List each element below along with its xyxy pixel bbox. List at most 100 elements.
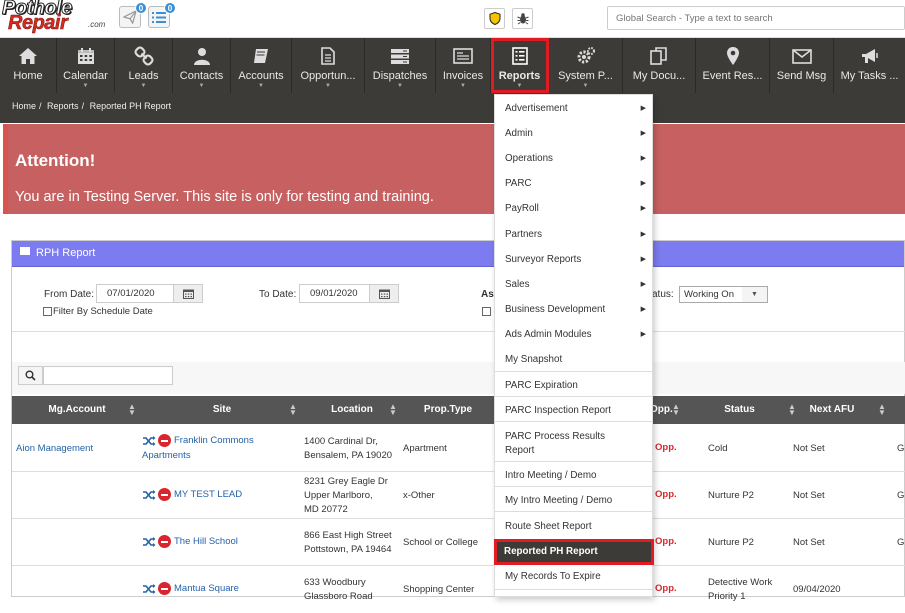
status-label: atus: <box>652 289 674 300</box>
opp-badge[interactable]: Opp. <box>655 535 677 549</box>
shuffle-icon[interactable] <box>142 536 156 548</box>
status-text: Nurture P2 <box>708 536 754 548</box>
nav-event-res[interactable]: Event Res... <box>696 38 770 93</box>
menu-item-my-records-to-expire[interactable]: My Records To Expire <box>495 571 652 587</box>
nav-home[interactable]: Home <box>0 38 57 93</box>
shuffle-icon[interactable] <box>142 583 156 595</box>
opp-badge[interactable]: Opp. <box>655 441 677 455</box>
chevron-down-icon[interactable]: ▼ <box>742 286 768 303</box>
table-row[interactable]: Mantua Square 633 Woodbury Glassboro Road… <box>12 566 905 613</box>
nav-dispatches[interactable]: Dispatches ▼ <box>365 38 436 93</box>
table-search-button[interactable] <box>18 366 43 385</box>
status-select[interactable]: Working On <box>679 286 743 303</box>
remove-icon[interactable] <box>158 488 171 502</box>
nav-contacts[interactable]: Contacts ▼ <box>173 38 231 93</box>
sort-icon[interactable]: ▲ ▼ <box>878 403 886 417</box>
to-date-calendar-button[interactable] <box>369 284 399 303</box>
table-row[interactable]: Aion Management Franklin Commons Apartmen… <box>12 425 905 472</box>
from-date-input[interactable]: 07/01/2020 <box>96 284 174 303</box>
menu-item-surveyor-reports[interactable]: Surveyor Reports ▶ <box>495 254 652 270</box>
table-search-input[interactable] <box>43 366 173 385</box>
nav-label: System P... <box>558 70 613 82</box>
testing-server-alert: Attention! You are in Testing Server. Th… <box>3 124 905 214</box>
menu-item-intro-meeting-demo[interactable]: Intro Meeting / Demo <box>495 470 652 486</box>
menu-item-parc[interactable]: PARC ▶ <box>495 178 652 194</box>
pothole-repair-logo[interactable]: Pothole Repair .com <box>2 0 117 34</box>
col-prop-type[interactable]: Prop.Type <box>402 396 494 424</box>
menu-item-parc-process-results-report[interactable]: PARC Process Results Report <box>495 430 615 458</box>
as-checkbox[interactable] <box>482 307 491 316</box>
site-link[interactable]: Franklin Commons <box>174 436 254 447</box>
menu-item-business-development[interactable]: Business Development ▶ <box>495 304 652 320</box>
menu-item-payroll[interactable]: PayRoll ▶ <box>495 203 652 219</box>
next-afu: Not Set <box>793 536 825 548</box>
breadcrumb-reports[interactable]: Reports <box>47 101 79 111</box>
next-afu: Not Set <box>793 442 825 454</box>
menu-item-parc-inspection-report[interactable]: PARC Inspection Report <box>495 405 652 421</box>
opp-badge[interactable]: Opp. <box>655 488 677 502</box>
nav-send-msg[interactable]: Send Msg <box>770 38 834 93</box>
menu-item-route-sheet-report[interactable]: Route Sheet Report <box>495 521 652 537</box>
shield-button[interactable] <box>484 8 505 29</box>
location-line: MD 20772 <box>304 503 348 515</box>
opp-badge[interactable]: Opp. <box>655 582 677 596</box>
menu-item-sales[interactable]: Sales ▶ <box>495 279 652 295</box>
col-next-afu[interactable]: Next AFU <box>802 396 862 424</box>
caret-right-icon: ▶ <box>640 155 646 162</box>
nav-invoices[interactable]: Invoices ▼ <box>436 38 491 93</box>
sort-icon[interactable]: ▲ ▼ <box>128 403 136 417</box>
nav-leads[interactable]: Leads ▼ <box>115 38 173 93</box>
menu-divider <box>495 421 652 422</box>
filter-by-schedule-checkbox[interactable] <box>43 307 52 316</box>
menu-item-ads-admin-modules[interactable]: Ads Admin Modules ▶ <box>495 329 652 345</box>
col-status[interactable]: Status <box>692 396 787 424</box>
remove-icon[interactable] <box>158 535 171 549</box>
send-button[interactable]: 0 <box>119 2 147 28</box>
to-date-input[interactable]: 09/01/2020 <box>299 284 370 303</box>
nav-reports[interactable]: Reports ▼ <box>491 38 549 93</box>
site-link[interactable]: The Hill School <box>174 537 238 548</box>
nav-label: Event Res... <box>702 70 763 82</box>
nav-accounts[interactable]: Accounts ▼ <box>231 38 292 93</box>
breadcrumb-home[interactable]: Home <box>12 101 36 111</box>
from-date-calendar-button[interactable] <box>173 284 203 303</box>
menu-item-reported-ph-report[interactable]: Reported PH Report <box>494 539 654 565</box>
remove-icon[interactable] <box>158 582 171 596</box>
menu-item-operations[interactable]: Operations ▶ <box>495 153 652 169</box>
remove-icon[interactable] <box>158 434 171 448</box>
nav-calendar[interactable]: Calendar ▼ <box>57 38 115 93</box>
menu-item-my-snapshot[interactable]: My Snapshot <box>495 354 652 370</box>
sort-icon[interactable]: ▲ ▼ <box>289 403 297 417</box>
table-row[interactable]: The Hill School 866 East High Street Pott… <box>12 519 905 566</box>
menu-item-partners[interactable]: Partners ▶ <box>495 229 652 245</box>
nav-system-p[interactable]: System P... ▼ <box>549 38 623 93</box>
bug-report-button[interactable] <box>512 8 533 29</box>
site-link-line2[interactable]: Apartments <box>142 450 191 461</box>
sort-icon[interactable]: ▲ ▼ <box>788 403 796 417</box>
account-link[interactable]: Aion Management <box>16 442 93 456</box>
col-mg-account[interactable]: Mg.Account <box>12 396 142 424</box>
menu-item-admin[interactable]: Admin ▶ <box>495 128 652 144</box>
nav-my-tasks[interactable]: My Tasks ... <box>834 38 905 93</box>
list-button[interactable]: 0 <box>148 2 176 28</box>
menu-item-my-intro-meeting-demo[interactable]: My Intro Meeting / Demo <box>495 495 652 511</box>
menu-item-parc-expiration[interactable]: PARC Expiration <box>495 380 652 396</box>
nav-label: Contacts <box>179 70 224 82</box>
to-date-label: To Date: <box>259 289 297 300</box>
sort-icon[interactable]: ▲ ▼ <box>672 403 680 417</box>
col-location[interactable]: Location <box>302 396 402 424</box>
site-link[interactable]: Mantua Square <box>174 584 239 595</box>
shuffle-icon[interactable] <box>142 489 156 501</box>
nav-opportunities[interactable]: Opportun... ▼ <box>292 38 365 93</box>
table-row[interactable]: MY TEST LEAD 8231 Grey Eagle Dr Upper Mar… <box>12 472 905 519</box>
shuffle-icon[interactable] <box>142 435 156 447</box>
col-site[interactable]: Site <box>142 396 302 424</box>
site-link[interactable]: MY TEST LEAD <box>174 490 242 501</box>
prop-type: School or College <box>403 536 478 548</box>
location-line: 8231 Grey Eagle Dr <box>304 475 388 487</box>
global-search-input[interactable] <box>607 6 905 30</box>
menu-item-advertisement[interactable]: Advertisement ▶ <box>495 103 652 119</box>
nav-my-documents[interactable]: My Docu... <box>623 38 696 93</box>
sort-icon[interactable]: ▲ ▼ <box>389 403 397 417</box>
col-opp[interactable]: Opp. <box>650 396 673 424</box>
